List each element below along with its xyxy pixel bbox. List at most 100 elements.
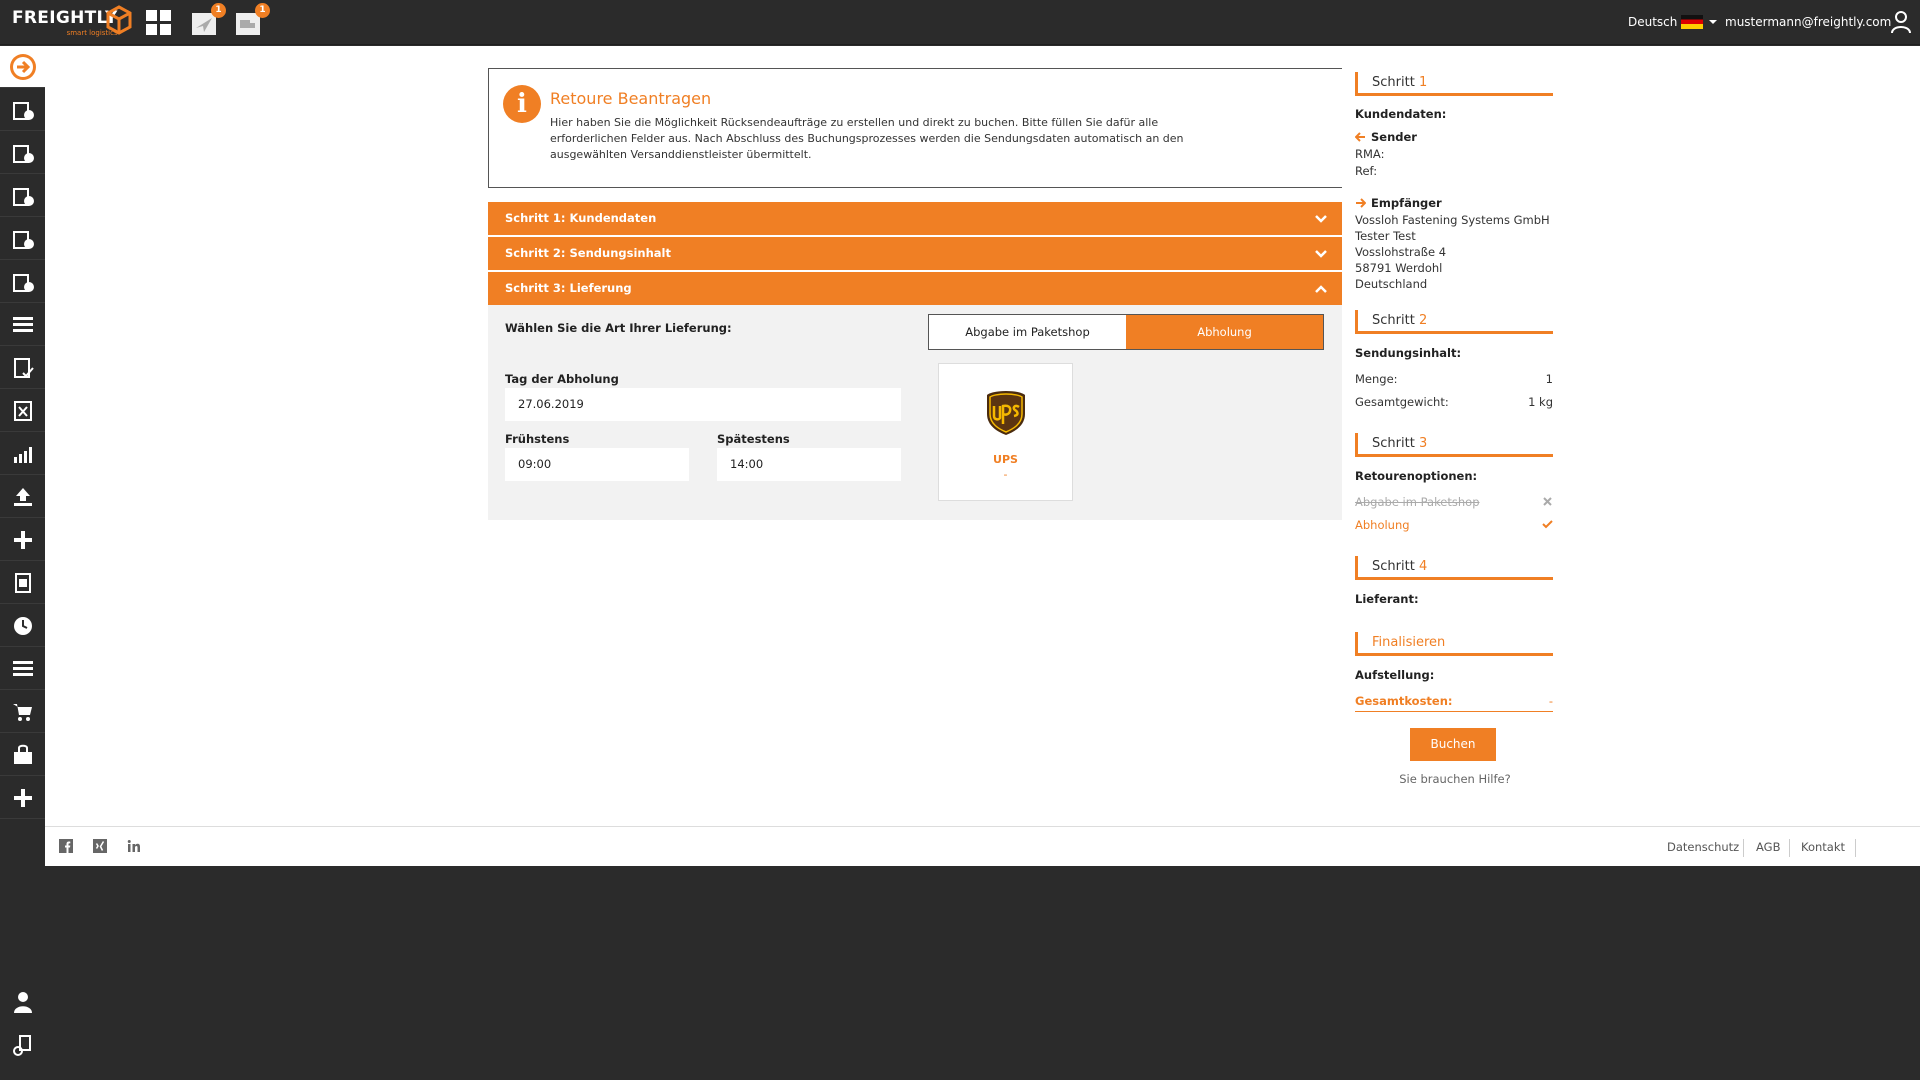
user-email[interactable]: mustermann@freightly.com [1725,15,1891,29]
info-icon: i [503,85,541,123]
receiver-line: Deutschland [1355,277,1428,291]
sidebar-item-new-return[interactable] [0,132,45,174]
sidebar-item-list[interactable] [0,304,45,346]
summary-receiver-label: Empfänger [1355,196,1442,210]
sidebar-item-check[interactable] [0,347,45,389]
box-add-alt-icon [12,144,34,163]
summary-sender-text: Sender [1371,130,1417,144]
footer-link-kontakt[interactable]: Kontakt [1801,840,1845,854]
sidebar-item-upload[interactable] [0,476,45,518]
chevron-up-icon [1315,285,1327,293]
accordion-step2[interactable]: Schritt 2: Sendungsinhalt [488,237,1343,270]
xing-icon[interactable] [93,839,107,853]
sidebar-item-shop[interactable] [0,734,45,776]
book-button[interactable]: Buchen [1410,728,1496,761]
notification-send[interactable]: 1 [190,3,226,38]
logo[interactable]: FREIGHTLY smart logistics [12,9,118,37]
box-add-icon [12,101,34,120]
sidebar-item-list-2[interactable] [0,648,45,690]
document-check-icon [13,357,34,378]
arrow-left-icon [1355,132,1365,142]
sidebar-item-document[interactable] [0,562,45,604]
linkedin-icon[interactable] [127,839,141,853]
accordion-step3[interactable]: Schritt 3: Lieferung [488,272,1343,305]
list-icon [12,316,33,332]
sidebar-item-new-shipment[interactable] [0,89,45,131]
sidebar-item-history[interactable] [0,605,45,647]
summary-step3-num: 3 [1418,436,1428,451]
user-icon [13,992,32,1013]
summary-gesamtkosten-label: Gesamtkosten: [1355,694,1453,708]
notification-truck[interactable]: 1 [234,3,270,38]
apps-grid-icon[interactable] [144,8,174,38]
footer-separator [1789,839,1790,857]
language-selector[interactable]: Deutsch [1628,15,1718,29]
footer-link-agb[interactable]: AGB [1756,840,1780,854]
latest-time-input[interactable]: 14:00 [717,448,901,481]
main-content: i Retoure Beantragen Hier haben Sie die … [45,46,1920,826]
sidebar-item-profile[interactable] [0,981,45,1023]
cube-logo-icon [106,5,132,35]
sidebar-item-add-2[interactable] [0,777,45,819]
user-avatar-icon[interactable] [1890,10,1912,34]
summary-option-pickup: Abholung [1355,518,1410,532]
sidebar-item-cart[interactable] [0,691,45,733]
summary-aufstellung: Aufstellung: [1355,668,1435,682]
summary-kundendaten: Kundendaten: [1355,107,1447,121]
arrow-right-icon [1356,198,1366,208]
facebook-icon[interactable] [59,839,73,853]
step3-panel: Wählen Sie die Art Ihrer Lieferung: Abga… [488,305,1343,520]
pickup-day-input[interactable]: 27.06.2019 [505,388,901,421]
content-area: i Retoure Beantragen Hier haben Sie die … [45,46,1521,826]
receiver-line: Vosslohstraße 4 [1355,245,1447,259]
caret-down-icon [1709,20,1718,24]
summary-gewicht-label: Gesamtgewicht: [1355,395,1449,409]
sidebar-item-edit[interactable] [0,175,45,217]
summary-step1-word: Schritt [1372,75,1415,90]
sidebar-item-settings[interactable] [0,218,45,260]
receiver-line: 58791 Werdohl [1355,261,1443,275]
summary-lieferant: Lieferant: [1355,592,1419,606]
summary-sender-label: Sender [1355,130,1417,144]
option-abholung-button[interactable]: Abholung [1126,315,1323,349]
chart-icon [13,446,32,463]
carrier-card-ups[interactable]: UPS - [938,363,1073,501]
sidebar [0,46,45,1080]
notification-badge: 1 [255,3,270,18]
summary-option-shop: Abgabe im Paketshop [1355,495,1480,509]
footer-link-datenschutz[interactable]: Datenschutz [1667,840,1739,854]
summary-rma: RMA: [1355,147,1385,161]
earliest-time-input[interactable]: 09:00 [505,448,689,481]
summary-step1-num: 1 [1418,75,1428,90]
help-link[interactable]: Sie brauchen Hilfe? [1342,772,1568,786]
sidebar-item-excel[interactable] [0,390,45,432]
sidebar-item-return[interactable] [0,46,45,88]
summary-step4-num: 4 [1418,559,1428,574]
summary-gesamtkosten-value: - [1548,694,1553,708]
pickup-day-label: Tag der Abholung [505,372,619,386]
summary-receiver-text: Empfänger [1371,196,1442,210]
accordion-step1[interactable]: Schritt 1: Kundendaten [488,202,1343,235]
sidebar-item-statistics[interactable] [0,433,45,475]
summary-step2-header: Schritt 2 [1355,310,1553,334]
option-paketshop-button[interactable]: Abgabe im Paketshop [929,315,1126,349]
summary-divider [1355,711,1553,712]
box-info-icon [12,273,34,292]
excel-icon [13,400,32,421]
cross-icon [1543,497,1552,506]
cart-icon [12,703,32,721]
notification-badge: 1 [211,3,226,18]
sidebar-item-add[interactable] [0,519,45,561]
ups-logo-icon [987,391,1025,435]
plus-alt-icon [13,788,32,807]
sidebar-item-info[interactable] [0,261,45,303]
chevron-down-icon [1315,250,1327,258]
sidebar-item-user-settings[interactable] [0,1024,45,1066]
receiver-line: Tester Test [1355,229,1416,243]
carrier-price: - [1003,468,1008,481]
summary-finalisieren-header: Finalisieren [1355,632,1553,656]
summary-step4-word: Schritt [1372,559,1415,574]
summary-step1-header: Schritt 1 [1355,72,1553,96]
earliest-label: Frühstens [505,432,570,446]
clock-icon [13,616,32,635]
